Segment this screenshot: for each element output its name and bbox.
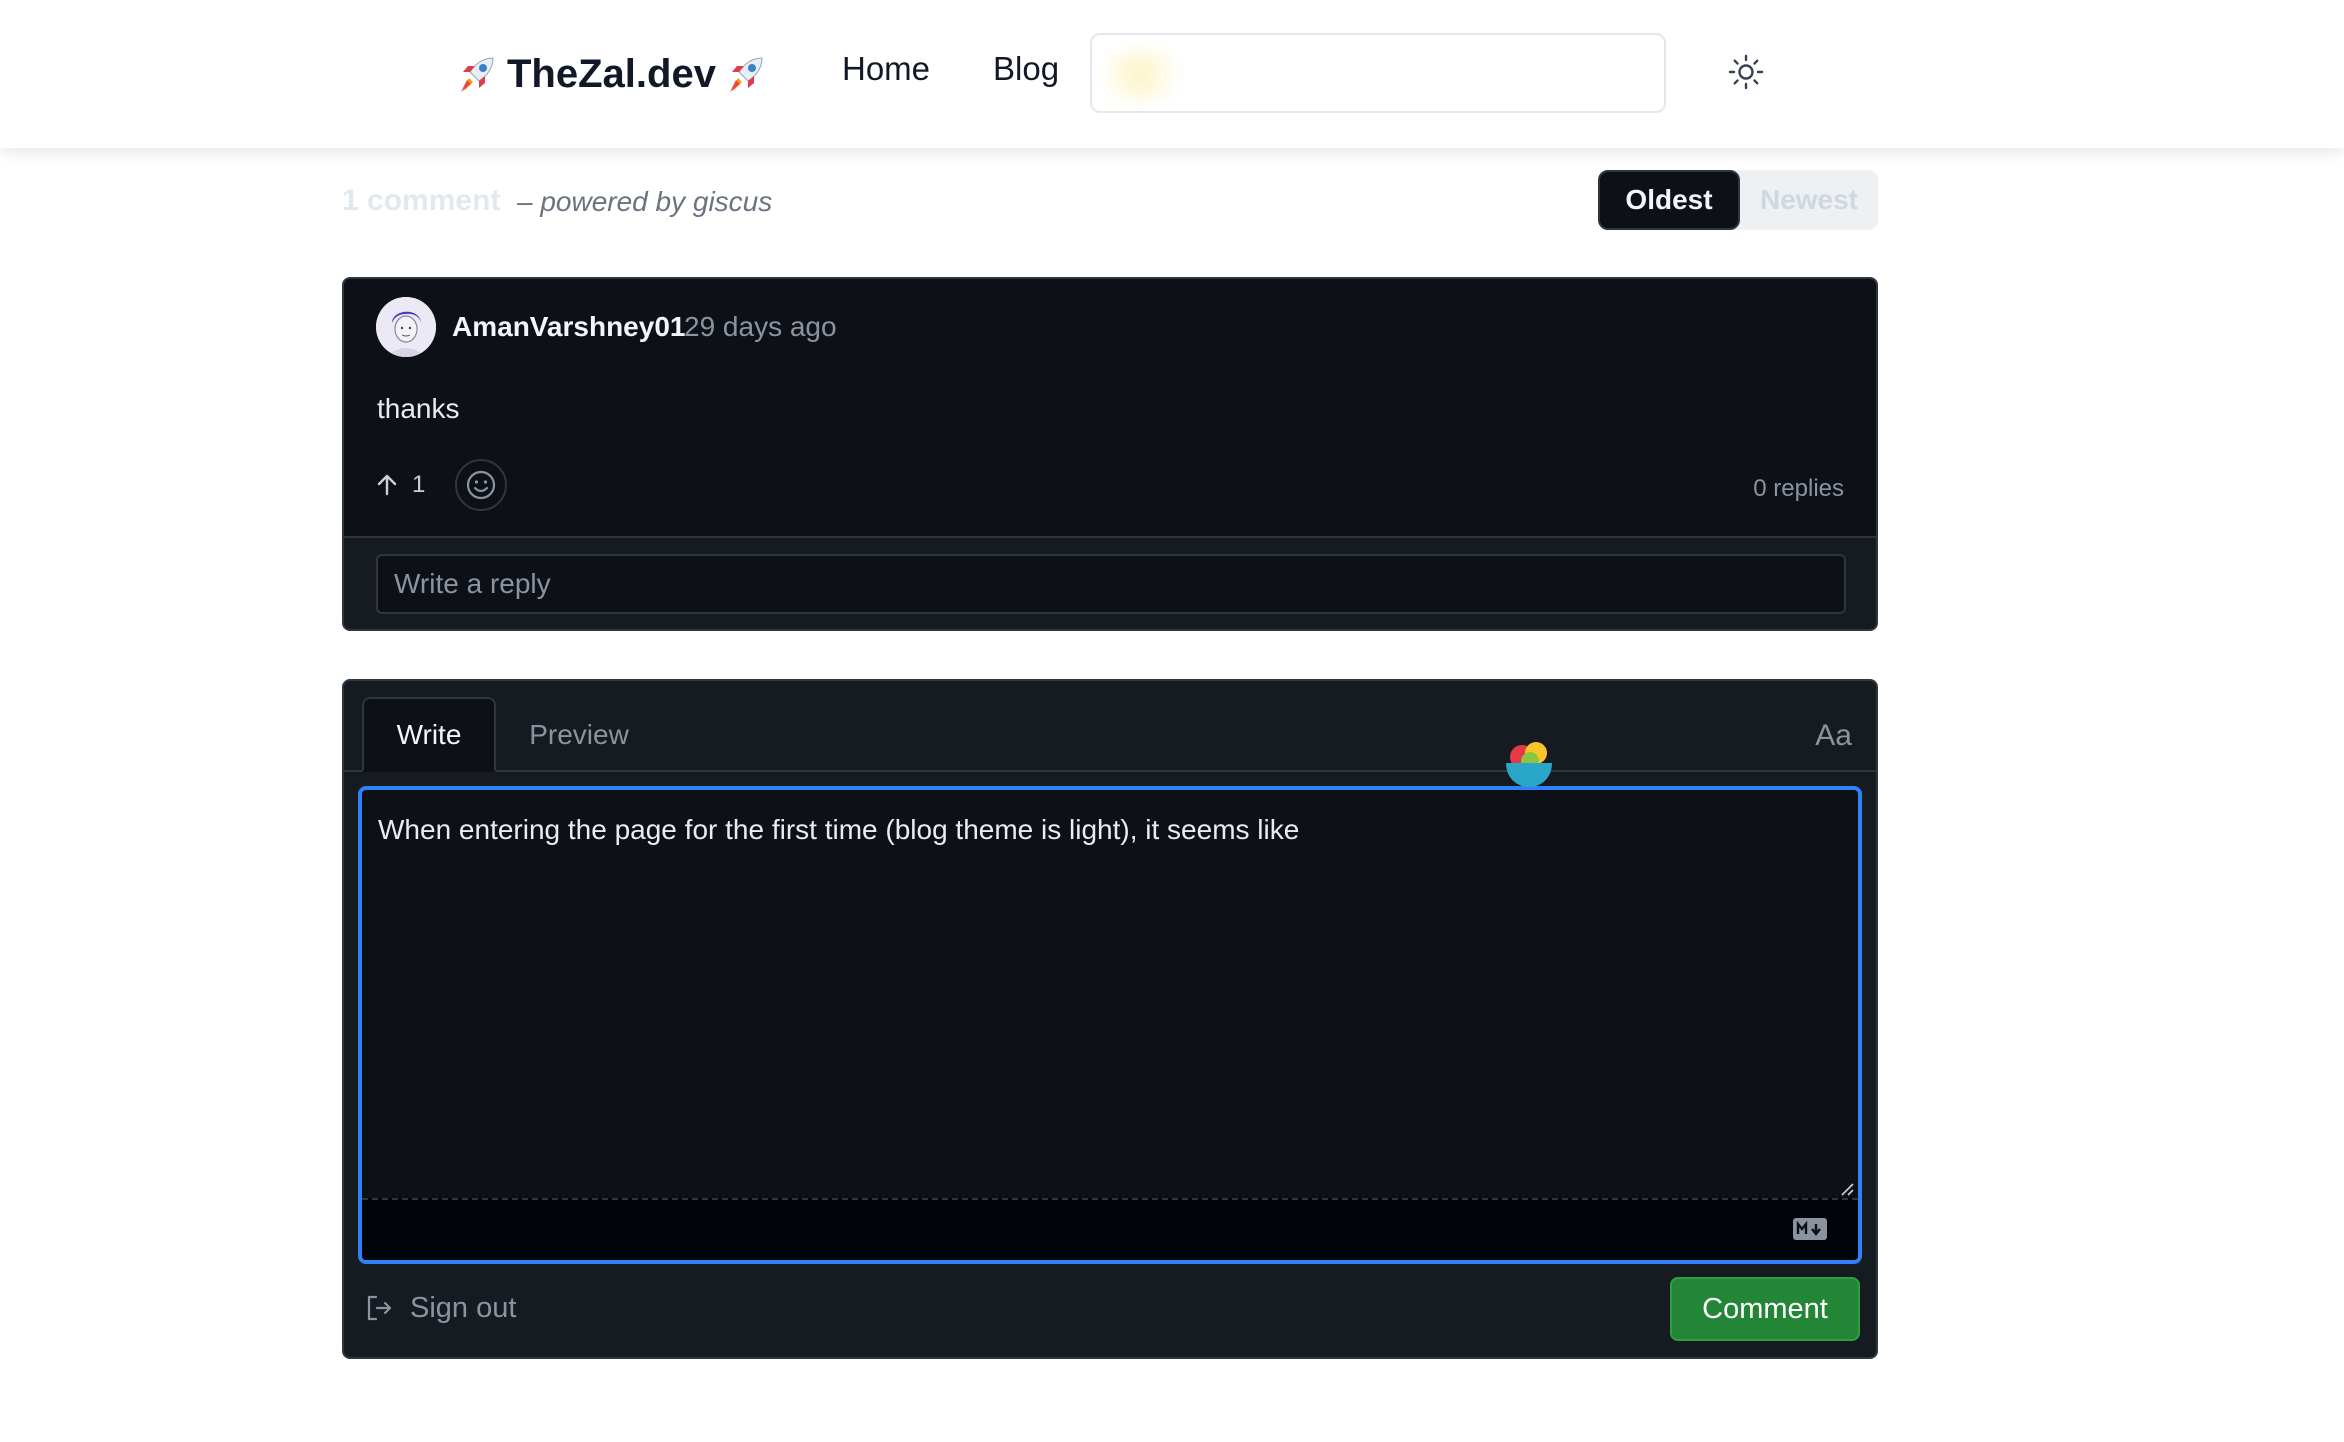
site-logo[interactable]: TheZal.dev (455, 44, 768, 104)
sort-newest-button[interactable]: Newest (1740, 170, 1878, 230)
submit-comment-button[interactable]: Comment (1670, 1277, 1860, 1341)
markdown-icon[interactable] (1792, 1217, 1828, 1241)
smiley-icon (466, 470, 496, 500)
sign-out-icon (367, 1295, 392, 1321)
arrow-up-icon (377, 474, 397, 496)
reply-input[interactable] (376, 554, 1846, 614)
user-avatar-image (376, 297, 436, 357)
powered-by-text: – powered by giscus (517, 186, 773, 217)
upvote-button[interactable]: 1 (374, 463, 425, 507)
resize-handle-icon[interactable] (1838, 1180, 1854, 1196)
sort-toggle: Oldest Newest (1598, 170, 1878, 230)
reply-section (344, 536, 1876, 629)
sun-icon (1728, 54, 1764, 90)
tab-write[interactable]: Write (362, 697, 496, 772)
comment-count: 1 comment (342, 184, 501, 217)
comment-body: thanks (377, 393, 460, 424)
sign-out-label: Sign out (410, 1291, 517, 1324)
comment-form: Write Preview Aa When entering the page … (342, 679, 1878, 1359)
replies-count: 0 replies (1753, 475, 1844, 502)
sign-out-button[interactable]: Sign out (364, 1286, 516, 1330)
site-header: TheZal.dev Home Blog (0, 0, 2344, 148)
upvote-count: 1 (412, 471, 426, 498)
comment-textarea[interactable]: When entering the page for the first tim… (358, 786, 1862, 1264)
font-toggle-button[interactable]: Aa (1815, 719, 1852, 753)
sort-oldest-button[interactable]: Oldest (1598, 170, 1740, 230)
theme-toggle-button[interactable] (1726, 52, 1766, 92)
add-reaction-button[interactable] (455, 459, 507, 511)
nav-home-link[interactable]: Home (842, 50, 930, 88)
fruit-bowl-icon (1506, 742, 1552, 787)
comment-draft-text: When entering the page for the first tim… (378, 814, 1300, 845)
comment-card: AmanVarshney01 29 days ago thanks 1 0 re… (342, 277, 1878, 631)
comments-meta: 1 comment – powered by giscus Oldest New… (342, 170, 1878, 236)
nav-blog-link[interactable]: Blog (993, 50, 1059, 88)
search-input[interactable] (1090, 33, 1666, 113)
site-title: TheZal.dev (507, 51, 716, 96)
search-loading-blob (1104, 49, 1194, 101)
editor-footer (362, 1198, 1858, 1260)
comment-timestamp[interactable]: 29 days ago (684, 311, 837, 343)
tab-preview[interactable]: Preview (514, 697, 644, 772)
rocket-icon (729, 57, 763, 92)
avatar[interactable] (376, 297, 436, 357)
rocket-icon (461, 57, 494, 92)
comment-author[interactable]: AmanVarshney01 (452, 311, 685, 343)
